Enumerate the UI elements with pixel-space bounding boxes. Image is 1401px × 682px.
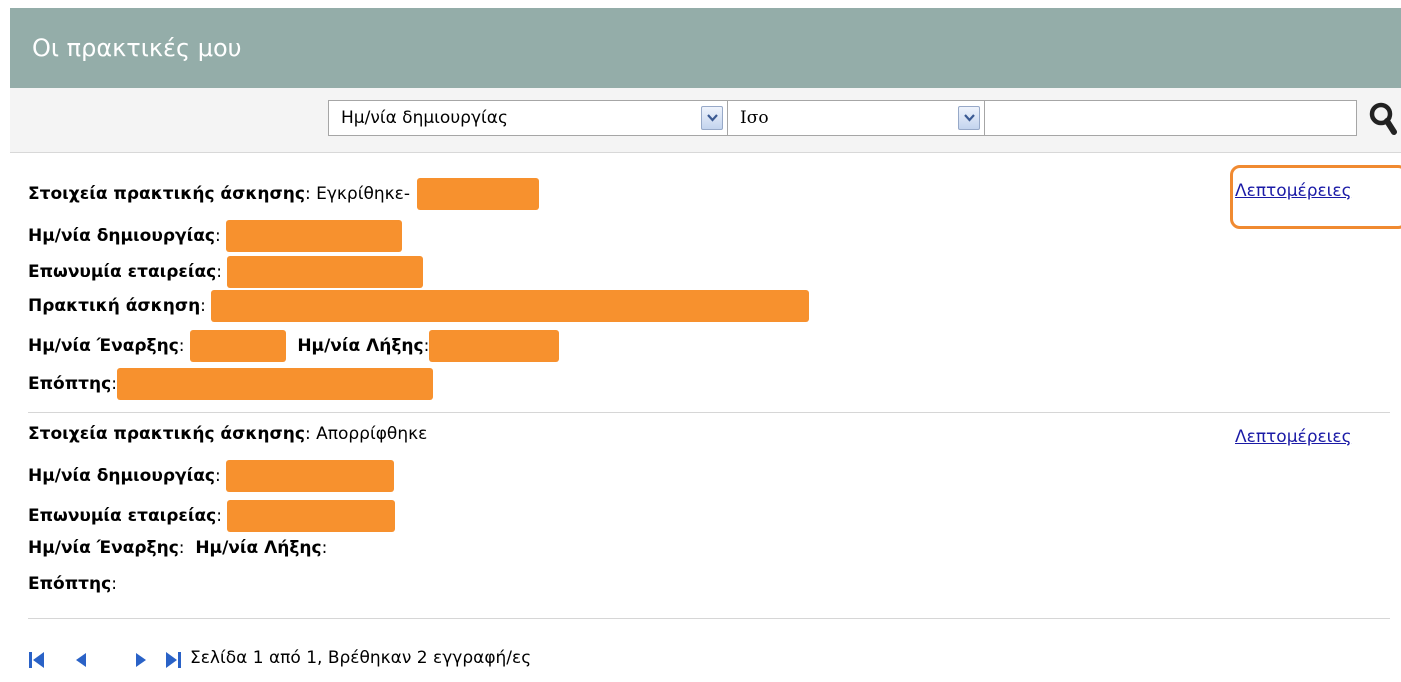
field-select-value: Ημ/νία δημιουργίας bbox=[341, 108, 508, 128]
prev-page-button[interactable] bbox=[74, 650, 88, 675]
details-link[interactable]: Λεπτομέρειες bbox=[1235, 427, 1352, 447]
record-status-row: Στοιχεία πρακτικής άσκησης: Απορρίφθηκε bbox=[28, 424, 428, 444]
record-divider bbox=[28, 618, 1390, 619]
record-supervisor-row: Επόπτης: bbox=[28, 574, 117, 594]
record-supervisor-row: Επόπτης: bbox=[28, 368, 433, 400]
operator-select-dropdown-button[interactable] bbox=[958, 106, 980, 130]
pagination-summary: Σελίδα 1 από 1, Βρέθηκαν 2 εγγραφή/ες bbox=[190, 648, 532, 668]
field-select[interactable]: Ημ/νία δημιουργίας bbox=[328, 100, 728, 136]
redacted-block bbox=[226, 460, 395, 492]
record-company-row: Επωνυμία εταιρείας: bbox=[28, 256, 424, 288]
chevron-down-icon bbox=[964, 114, 975, 122]
next-page-button[interactable] bbox=[134, 650, 148, 675]
last-page-button[interactable] bbox=[164, 650, 182, 675]
page-title: Οι πρακτικές μου bbox=[32, 34, 242, 62]
search-button[interactable] bbox=[1367, 101, 1401, 135]
record-dates-row: Ημ/νία Έναρξης: Ημ/νία Λήξης: bbox=[28, 538, 328, 558]
record-divider bbox=[28, 412, 1390, 413]
redacted-block bbox=[227, 256, 424, 288]
redacted-block bbox=[226, 220, 403, 252]
next-page-icon bbox=[136, 653, 146, 667]
redacted-block bbox=[429, 330, 560, 362]
operator-select-value: Ισο bbox=[740, 108, 769, 128]
redacted-block bbox=[211, 290, 810, 322]
redacted-block bbox=[116, 368, 433, 400]
details-link[interactable]: Λεπτομέρειες bbox=[1235, 181, 1352, 201]
search-icon bbox=[1369, 102, 1397, 135]
field-select-dropdown-button[interactable] bbox=[701, 106, 723, 130]
filter-bar: Ημ/νία δημιουργίας Ισο bbox=[10, 88, 1401, 153]
record-company-row: Επωνυμία εταιρείας: bbox=[28, 500, 396, 532]
operator-select[interactable]: Ισο bbox=[727, 100, 985, 136]
record-created-row: Ημ/νία δημιουργίας: bbox=[28, 220, 403, 252]
record-status: Εγκρίθηκε- bbox=[316, 184, 410, 204]
record-status: Απορρίφθηκε bbox=[316, 424, 428, 444]
record-internship-row: Πρακτική άσκηση: bbox=[28, 290, 810, 322]
last-page-icon bbox=[166, 652, 181, 668]
page-header: Οι πρακτικές μου bbox=[10, 8, 1401, 88]
prev-page-icon bbox=[76, 653, 86, 667]
record-status-row: Στοιχεία πρακτικής άσκησης: Εγκρίθηκε- bbox=[28, 178, 540, 210]
first-page-button[interactable] bbox=[28, 650, 46, 675]
redacted-block bbox=[227, 500, 396, 532]
first-page-icon bbox=[29, 652, 44, 668]
record-dates-row: Ημ/νία Έναρξης: Ημ/νία Λήξης: bbox=[28, 330, 560, 362]
redacted-block bbox=[189, 330, 286, 362]
record-created-row: Ημ/νία δημιουργίας: bbox=[28, 460, 395, 492]
chevron-down-icon bbox=[707, 114, 718, 122]
redacted-block bbox=[417, 178, 540, 210]
search-input[interactable] bbox=[984, 100, 1357, 136]
